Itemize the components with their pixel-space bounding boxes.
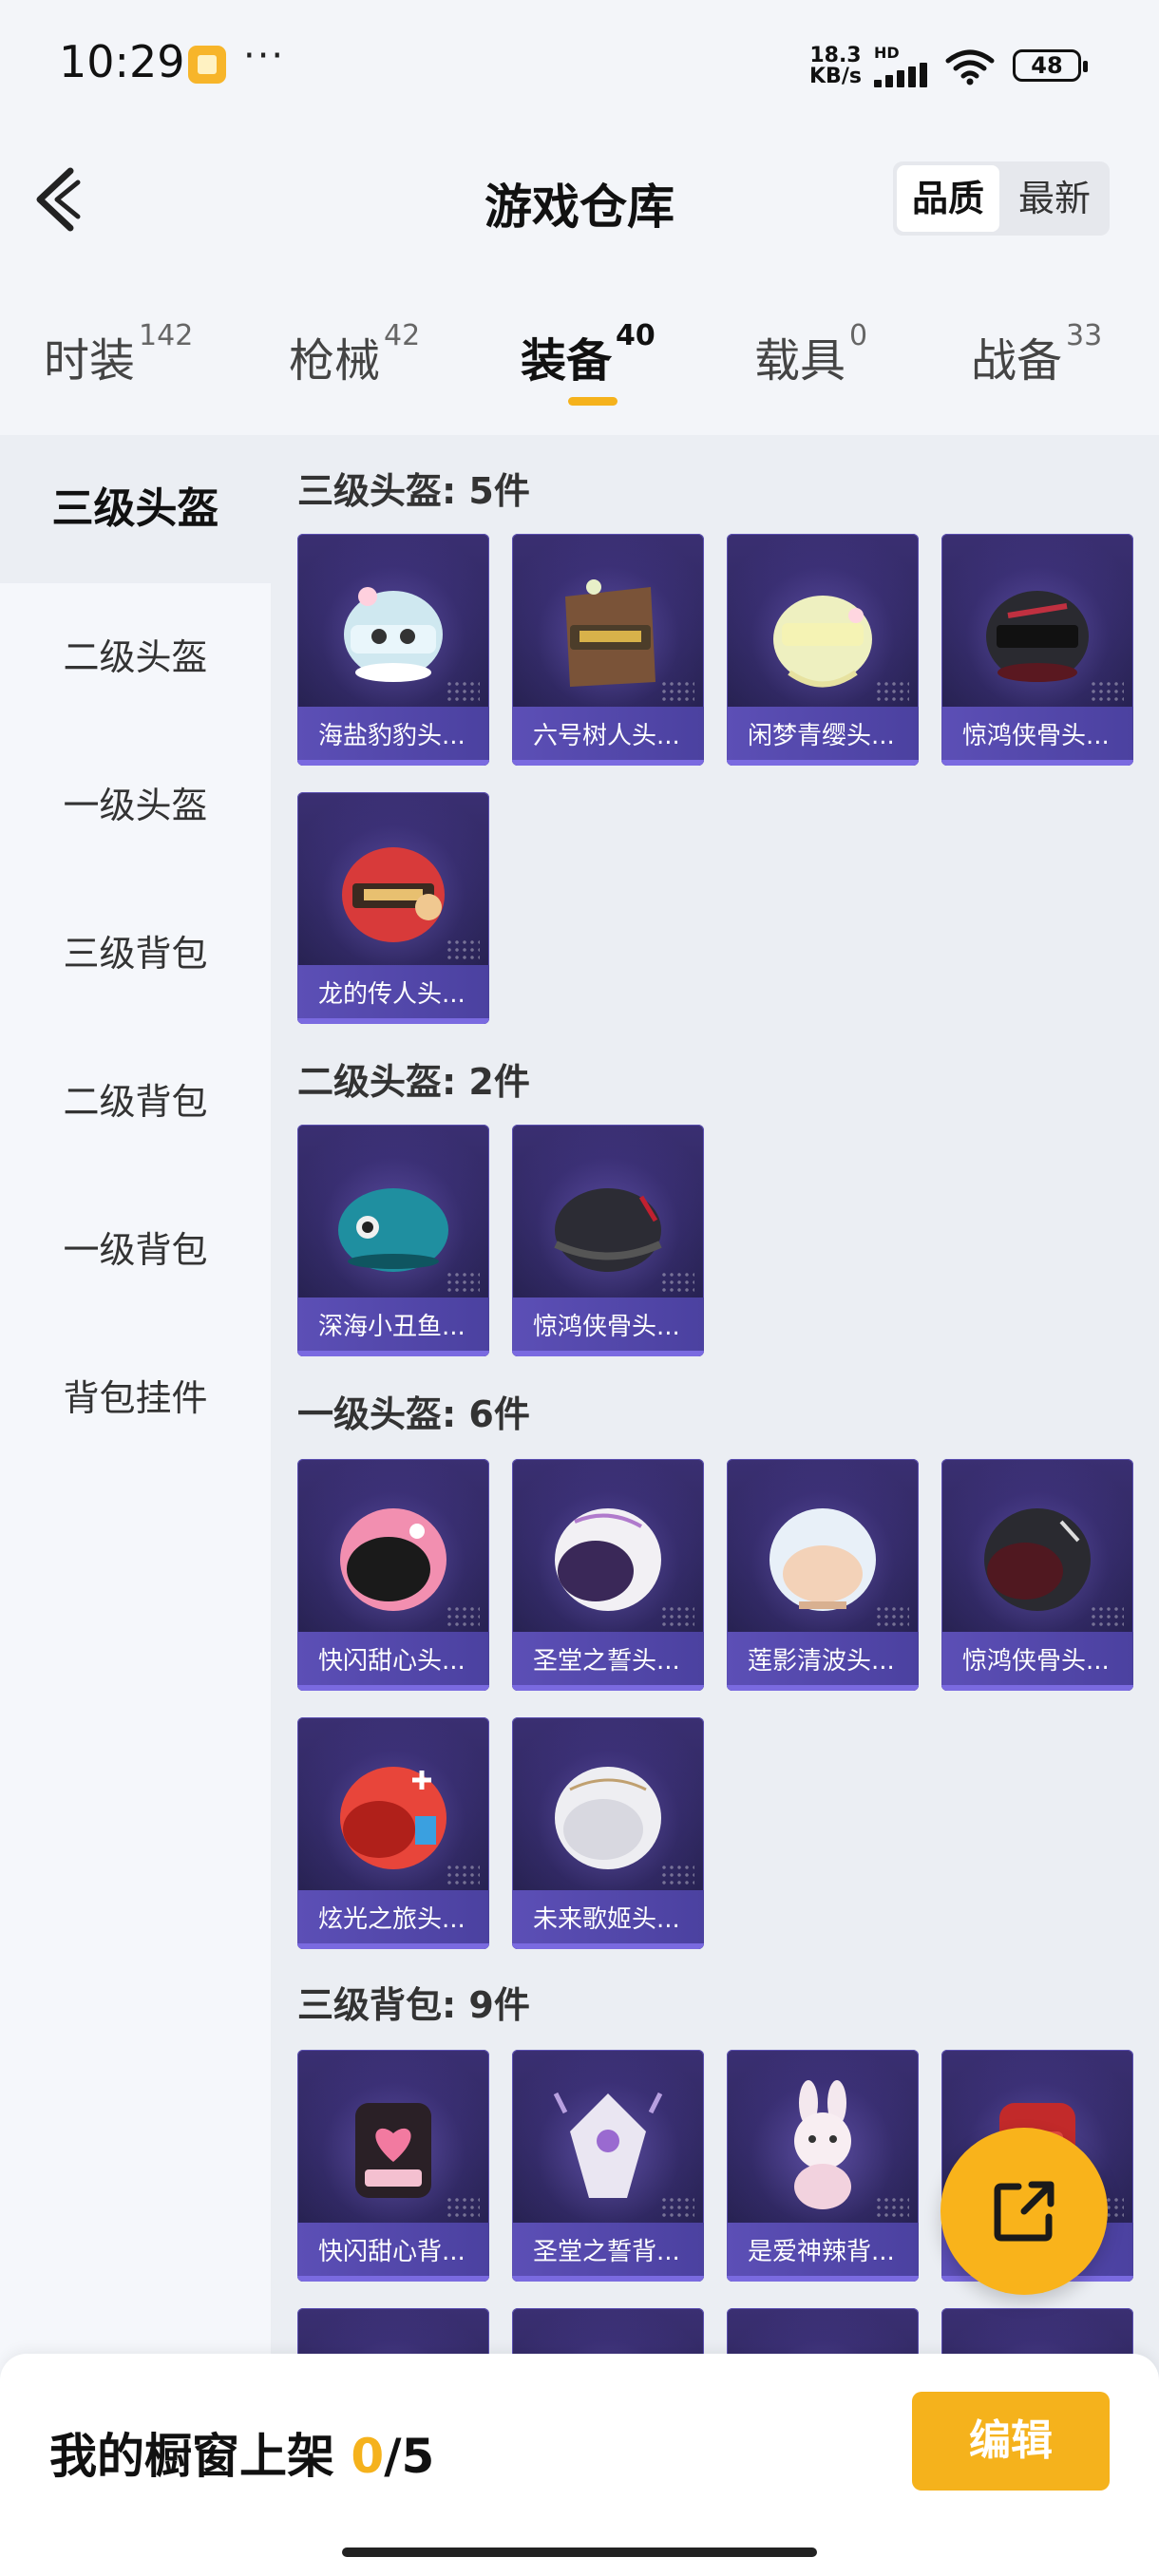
item-name: 圣堂之誓头... [512,1632,704,1691]
helmet-icon [773,596,872,688]
item-card[interactable]: 圣堂之誓背... [512,2050,704,2282]
sidebar-item-level1-backpack[interactable]: 一级背包 [0,1176,271,1324]
network-speed-unit: KB/s [809,65,862,88]
item-card[interactable]: 惊鸿侠骨头... [941,534,1133,766]
helmet-icon [770,1508,876,1611]
helmet-icon [555,1767,661,1869]
backpack-icon [355,2103,431,2198]
item-name: 龙的传人头... [297,965,489,1024]
item-card[interactable]: 是爱神辣背... [727,2050,919,2282]
item-card[interactable]: 龙的传人头... [297,792,489,1024]
sidebar: 三级头盔 二级头盔 一级头盔 三级背包 二级背包 一级背包 背包挂件 [0,435,271,2576]
network-speed: 18.3 KB/s [809,46,862,87]
tab-label: 装备 [521,334,613,388]
item-card[interactable]: 未来歌姬头... [512,1717,704,1949]
tab-battle-supplies[interactable]: 战备 33 [971,319,1102,399]
backpack-icon [553,2092,663,2198]
item-name: 是爱神辣背... [727,2223,919,2282]
helmet-icon [342,847,445,942]
helmet-icon [555,1508,661,1611]
showcase-count: 0 [351,2429,385,2484]
item-name: 未来歌姬头... [512,1890,704,1949]
showcase-label: 我的橱窗上架 [49,2429,352,2484]
item-card[interactable]: 惊鸿侠骨头... [512,1125,704,1356]
helmet-icon [340,1767,446,1869]
tab-count: 33 [1066,319,1103,352]
tab-label: 载具 [754,334,846,388]
item-name: 闲梦青缨头... [727,707,919,766]
hd-indicator: HD [874,44,900,62]
tab-count: 40 [616,319,656,352]
tab-count: 0 [849,319,868,352]
battery-icon: 48 [1013,49,1088,82]
sidebar-item-backpack-charm[interactable]: 背包挂件 [0,1324,271,1472]
signal-icon [874,63,931,87]
status-time: 10:29 [59,36,185,87]
item-name: 圣堂之誓背... [512,2223,704,2282]
item-card[interactable]: 快闪甜心背... [297,2050,489,2282]
item-name: 惊鸿侠骨头... [512,1297,704,1356]
edit-button[interactable]: 编辑 [912,2392,1110,2491]
share-icon [994,2181,1054,2242]
item-card[interactable]: 炫光之旅头... [297,1717,489,1949]
more-notifications-icon: ··· [243,34,286,78]
helmet-icon [554,1188,662,1272]
sidebar-item-level2-helmet[interactable]: 二级头盔 [0,583,271,731]
active-tab-indicator [568,397,618,406]
item-name: 海盐豹豹头... [297,707,489,766]
tab-label: 枪械 [289,334,381,388]
status-bar: 10:29 ··· 18.3 KB/s HD 48 [0,0,1159,133]
sidebar-item-level3-backpack[interactable]: 三级背包 [0,880,271,1028]
backpack-icon [794,2080,851,2209]
section-title: 一级头盔: 6件 [297,1393,530,1435]
tab-count: 42 [384,319,421,352]
item-card[interactable]: 闲梦青缨头... [727,534,919,766]
share-button[interactable] [940,2128,1108,2295]
showcase-status: 我的橱窗上架 0/5 [49,2418,434,2487]
item-card[interactable]: 圣堂之誓头... [512,1459,704,1691]
item-card[interactable]: 快闪甜心头... [297,1459,489,1691]
tab-equipment[interactable]: 装备 40 [521,319,656,399]
item-name: 快闪甜心头... [297,1632,489,1691]
helmet-icon [986,591,1089,682]
item-name: 惊鸿侠骨头... [941,1632,1133,1691]
item-name: 快闪甜心背... [297,2223,489,2282]
item-card[interactable]: 惊鸿侠骨头... [941,1459,1133,1691]
network-speed-value: 18.3 [809,44,862,67]
home-indicator[interactable] [342,2548,817,2557]
tab-count: 142 [139,319,194,352]
item-name: 惊鸿侠骨头... [941,707,1133,766]
section-title: 二级头盔: 2件 [297,1061,530,1103]
helmet-icon [984,1508,1091,1611]
item-name: 深海小丑鱼... [297,1297,489,1356]
item-card[interactable]: 莲影清波头... [727,1459,919,1691]
item-name: 炫光之旅头... [297,1890,489,1949]
item-name: 六号树人头... [512,707,704,766]
sidebar-item-level2-backpack[interactable]: 二级背包 [0,1028,271,1176]
helmet-icon [340,1508,446,1611]
showcase-total: /5 [384,2429,435,2484]
sidebar-item-level3-helmet[interactable]: 三级头盔 [0,435,271,583]
item-card[interactable]: 海盐豹豹头... [297,534,489,766]
tab-firearms[interactable]: 枪械 42 [289,319,420,399]
helmet-icon [344,587,443,682]
sort-by-quality-button[interactable]: 品质 [897,165,999,232]
sort-by-latest-button[interactable]: 最新 [1003,161,1106,236]
sidebar-item-level1-helmet[interactable]: 一级头盔 [0,731,271,880]
tab-label: 战备 [971,334,1063,388]
item-card[interactable]: 深海小丑鱼... [297,1125,489,1356]
helmet-icon [565,579,656,687]
tab-label: 时装 [44,334,136,388]
sort-toggle: 品质 最新 [893,161,1110,236]
item-card[interactable]: 六号树人头... [512,534,704,766]
section-title: 三级头盔: 5件 [297,470,530,512]
section-title: 三级背包: 9件 [297,1984,530,2026]
tab-fashion[interactable]: 时装 142 [44,319,193,399]
notification-app-icon [188,46,226,84]
category-tabs: 时装 142 枪械 42 装备 40 载具 0 战备 33 [0,285,1159,427]
helmet-icon [338,1188,448,1272]
item-name: 莲影清波头... [727,1632,919,1691]
wifi-icon [945,49,995,85]
tab-vehicles[interactable]: 载具 0 [754,319,867,399]
